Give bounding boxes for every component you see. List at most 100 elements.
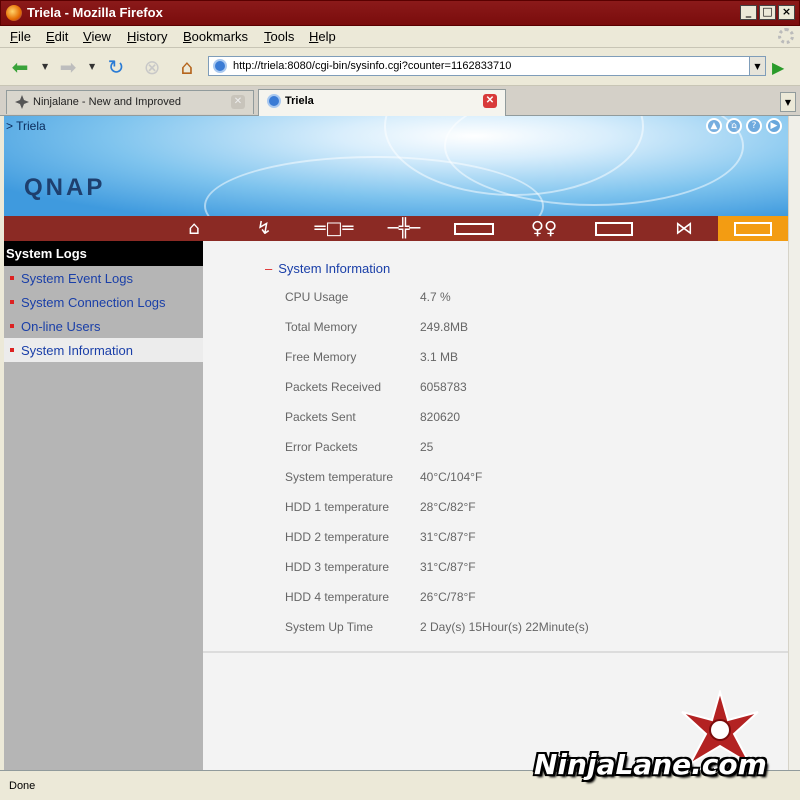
stop-icon[interactable]: ⊗	[140, 56, 164, 78]
up-icon[interactable]: ▲	[706, 118, 722, 134]
sidebar-item-system-information[interactable]: System Information	[4, 338, 203, 362]
back-icon[interactable]: ⬅	[8, 56, 32, 78]
system-tools-icon[interactable]: ═□═	[299, 216, 369, 241]
info-value: 6058783	[420, 380, 467, 394]
menu-help[interactable]: Help	[309, 29, 336, 44]
tab-label: Ninjalane - New and Improved	[33, 96, 181, 108]
logs-icon[interactable]	[718, 216, 788, 241]
disk-icon[interactable]	[439, 216, 509, 241]
info-value: 28°C/82°F	[420, 500, 476, 514]
window-titlebar: Triela - Mozilla Firefox _ □ ×	[0, 0, 800, 26]
tab-triela[interactable]: Triela ✕	[258, 89, 506, 116]
info-value: 4.7 %	[420, 290, 451, 304]
bullet-icon	[10, 300, 14, 304]
users-icon[interactable]: ♀♀	[509, 216, 579, 241]
qnap-logo: QNAP	[24, 174, 106, 201]
page-content: > Triela QNAP ▲ ⌂ ? ▶ ⌂ ↯ ═□═ ─╬─ ♀♀ ⋈ S…	[4, 116, 788, 770]
sidebar-item-label: System Connection Logs	[21, 295, 166, 310]
next-icon[interactable]: ▶	[766, 118, 782, 134]
close-button[interactable]: ×	[778, 5, 795, 20]
ninjalane-favicon-icon	[15, 95, 29, 109]
info-value: 2 Day(s) 15Hour(s) 22Minute(s)	[420, 620, 589, 634]
info-value: 31°C/87°F	[420, 530, 476, 544]
status-text: Done	[9, 780, 36, 792]
info-value: 249.8MB	[420, 320, 469, 334]
maximize-button[interactable]: □	[759, 5, 776, 20]
menu-history[interactable]: History	[127, 29, 167, 44]
info-label: Error Packets	[285, 440, 358, 454]
throbber-icon	[778, 28, 794, 44]
section-header[interactable]: – System Information	[265, 261, 390, 276]
sidebar-item-system-event-logs[interactable]: System Event Logs	[4, 266, 203, 290]
tab-ninjalane[interactable]: Ninjalane - New and Improved ✕	[6, 90, 254, 114]
info-value: 31°C/87°F	[420, 560, 476, 574]
info-value: 820620	[420, 410, 461, 424]
info-value: 25	[420, 440, 434, 454]
home-nav-icon[interactable]: ⌂	[159, 216, 229, 241]
forward-dropdown-icon[interactable]: ▼	[89, 62, 95, 71]
sidebar-item-system-connection-logs[interactable]: System Connection Logs	[4, 290, 203, 314]
breadcrumb[interactable]: > Triela	[6, 119, 46, 133]
sidebar-item-label: On-line Users	[21, 319, 101, 334]
info-label: HDD 1 temperature	[285, 500, 390, 514]
sidebar-item-online-users[interactable]: On-line Users	[4, 314, 203, 338]
info-label: Packets Received	[285, 380, 382, 394]
tab-bar: Ninjalane - New and Improved ✕ Triela ✕ …	[0, 86, 800, 116]
quick-config-icon[interactable]: ↯	[229, 216, 299, 241]
help-icon[interactable]: ?	[746, 118, 762, 134]
info-value: 3.1 MB	[420, 350, 459, 364]
menu-view[interactable]: View	[83, 29, 111, 44]
watermark-text: NinjaLane.com	[534, 748, 767, 781]
info-label: System Up Time	[285, 620, 374, 634]
qnap-banner: > Triela QNAP ▲ ⌂ ? ▶	[4, 116, 788, 256]
bullet-icon	[10, 348, 14, 352]
home-icon[interactable]: ⌂	[175, 56, 199, 78]
info-value: 40°C/104°F	[420, 470, 483, 484]
forward-icon[interactable]: ➡	[56, 56, 80, 78]
triela-favicon-icon	[267, 94, 281, 108]
main-icon-bar: ⌂ ↯ ═□═ ─╬─ ♀♀ ⋈	[4, 216, 788, 241]
info-value: 26°C/78°F	[420, 590, 476, 604]
collapse-icon: –	[265, 261, 273, 276]
vertical-scrollbar[interactable]	[788, 116, 800, 770]
tab-label: Triela	[285, 95, 314, 107]
menu-bar: File Edit View History Bookmarks Tools H…	[0, 26, 800, 48]
info-label: Free Memory	[285, 350, 357, 364]
close-tab-icon[interactable]: ✕	[231, 95, 245, 109]
tab-list-dropdown-icon[interactable]: ▼	[780, 92, 796, 112]
menu-file[interactable]: File	[10, 29, 31, 44]
url-text: http://triela:8080/cgi-bin/sysinfo.cgi?c…	[233, 60, 512, 72]
firefox-icon	[6, 5, 22, 21]
shares-icon[interactable]	[579, 216, 649, 241]
bullet-icon	[10, 324, 14, 328]
info-label: HDD 3 temperature	[285, 560, 390, 574]
info-label: CPU Usage	[285, 290, 349, 304]
info-label: Total Memory	[285, 320, 358, 334]
home-icon[interactable]: ⌂	[726, 118, 742, 134]
divider	[203, 651, 788, 653]
menu-edit[interactable]: Edit	[46, 29, 68, 44]
reload-icon[interactable]: ↻	[104, 56, 128, 78]
menu-tools[interactable]: Tools	[264, 29, 294, 44]
menu-bookmarks[interactable]: Bookmarks	[183, 29, 248, 44]
url-dropdown-icon[interactable]: ▼	[750, 56, 766, 76]
ninjalane-watermark: NinjaLane.com	[530, 690, 790, 800]
back-dropdown-icon[interactable]: ▼	[42, 62, 48, 71]
info-label: HDD 2 temperature	[285, 530, 390, 544]
go-icon[interactable]: ▶	[772, 58, 784, 77]
info-label: HDD 4 temperature	[285, 590, 390, 604]
bullet-icon	[10, 276, 14, 280]
navigation-toolbar: ⬅ ▼ ➡ ▼ ↻ ⊗ ⌂ http://triela:8080/cgi-bin…	[0, 48, 800, 86]
url-bar[interactable]: http://triela:8080/cgi-bin/sysinfo.cgi?c…	[208, 56, 750, 76]
section-title: System Information	[278, 261, 391, 276]
network-icon[interactable]: ─╬─	[369, 216, 439, 241]
site-favicon-icon	[213, 59, 227, 73]
window-title: Triela - Mozilla Firefox	[27, 5, 163, 20]
close-tab-icon[interactable]: ✕	[483, 94, 497, 108]
sidebar-title: System Logs	[4, 241, 203, 266]
info-label: Packets Sent	[285, 410, 356, 424]
minimize-button[interactable]: _	[740, 5, 757, 20]
sidebar: System Logs System Event Logs System Con…	[4, 241, 203, 770]
services-icon[interactable]: ⋈	[649, 216, 719, 241]
info-label: System temperature	[285, 470, 394, 484]
